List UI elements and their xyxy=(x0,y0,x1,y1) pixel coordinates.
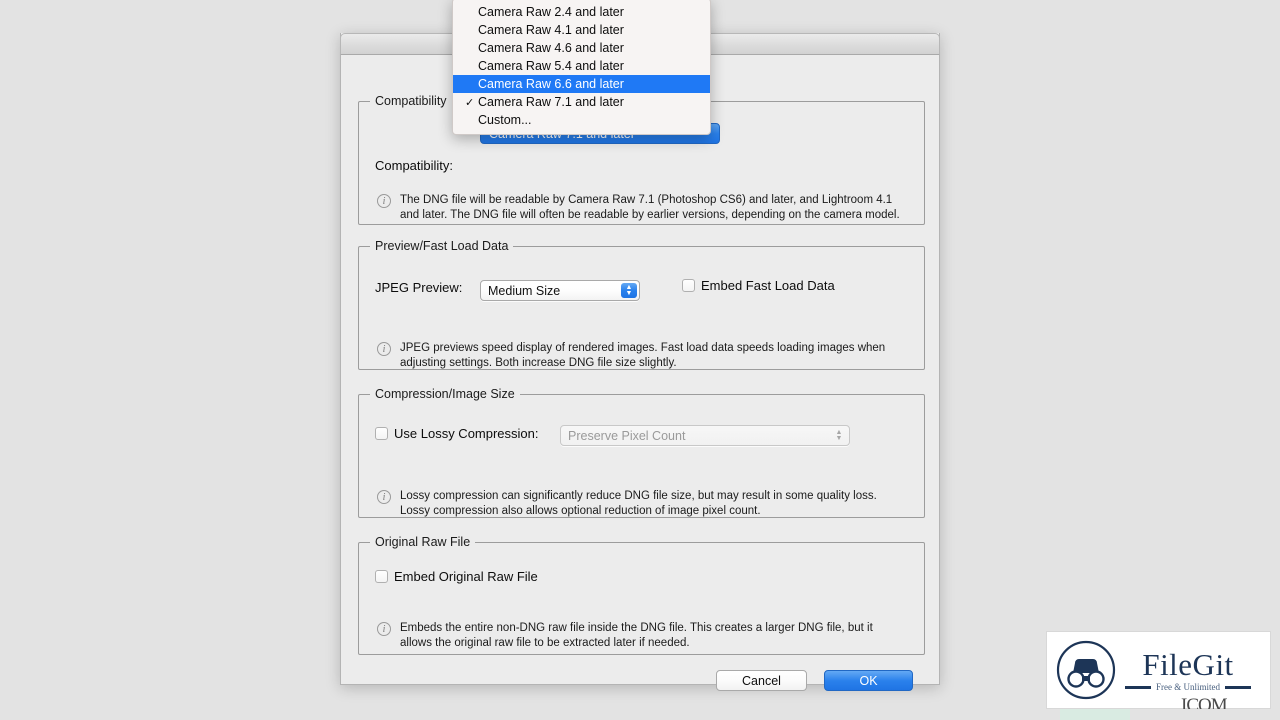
compression-note: i Lossy compression can significantly re… xyxy=(377,489,907,518)
ok-button[interactable]: OK xyxy=(824,670,913,691)
use-lossy-compression-checkbox[interactable]: Use Lossy Compression: xyxy=(375,426,539,441)
filegit-brand: FileGit Free & Unlimited xyxy=(1125,649,1251,692)
menu-item[interactable]: Camera Raw 5.4 and later xyxy=(453,57,710,75)
use-lossy-compression-label: Use Lossy Compression: xyxy=(394,426,539,441)
checkbox-box xyxy=(682,279,695,292)
info-icon: i xyxy=(377,622,391,636)
menu-item[interactable]: Camera Raw 6.6 and later xyxy=(453,75,710,93)
cancel-button-label: Cancel xyxy=(742,673,781,688)
menu-item-label: Camera Raw 6.6 and later xyxy=(478,77,624,91)
checkbox-box xyxy=(375,427,388,440)
menu-item[interactable]: Camera Raw 4.1 and later xyxy=(453,21,710,39)
menu-item-label: Camera Raw 5.4 and later xyxy=(478,59,624,73)
binoculars-icon xyxy=(1056,640,1116,700)
compatibility-note-text: The DNG file will be readable by Camera … xyxy=(400,194,900,221)
compatibility-group-title: Compatibility xyxy=(370,94,452,108)
menu-item-label: Custom... xyxy=(478,113,532,127)
menu-item-label: Camera Raw 4.6 and later xyxy=(478,41,624,55)
info-icon: i xyxy=(377,194,391,208)
ok-button-label: OK xyxy=(859,673,878,688)
check-icon: ✓ xyxy=(465,96,475,109)
preview-note: i JPEG previews speed display of rendere… xyxy=(377,341,897,370)
checkbox-box xyxy=(375,570,388,583)
pixel-count-popup-button[interactable]: Preserve Pixel Count ▲ ▼ xyxy=(560,425,850,446)
filegit-tagline: Free & Unlimited xyxy=(1156,681,1220,692)
menu-item-label: Camera Raw 4.1 and later xyxy=(478,23,624,37)
preview-group-title: Preview/Fast Load Data xyxy=(370,239,514,253)
embed-original-raw-file-checkbox[interactable]: Embed Original Raw File xyxy=(375,569,538,584)
menu-item[interactable]: Camera Raw 2.4 and later xyxy=(453,3,710,21)
embed-original-raw-file-label: Embed Original Raw File xyxy=(394,569,538,584)
menu-item-label: Camera Raw 2.4 and later xyxy=(478,5,624,19)
info-icon: i xyxy=(377,342,391,356)
compatibility-dropdown-menu[interactable]: Camera Raw 2.4 and later Camera Raw 4.1 a… xyxy=(452,0,711,135)
jpeg-preview-label: JPEG Preview: xyxy=(375,280,463,295)
cancel-button[interactable]: Cancel xyxy=(716,670,807,691)
jpeg-preview-popup-button[interactable]: Medium Size ▲ ▼ xyxy=(480,280,640,301)
compatibility-row: Compatibility: xyxy=(375,158,453,173)
jpeg-preview-row: JPEG Preview: xyxy=(375,280,462,295)
embed-fast-load-data-label: Embed Fast Load Data xyxy=(701,278,835,293)
watermark-ghost-text: ICOM xyxy=(1181,695,1227,709)
menu-item-label: Camera Raw 7.1 and later xyxy=(478,95,624,109)
rule-left xyxy=(1125,685,1151,689)
jpeg-preview-value: Medium Size xyxy=(488,283,561,298)
compatibility-note: i The DNG file will be readable by Camer… xyxy=(377,193,907,222)
info-icon: i xyxy=(377,490,391,504)
filegit-watermark: FileGit Free & Unlimited xyxy=(1046,631,1271,709)
compression-note-text: Lossy compression can significantly redu… xyxy=(400,490,877,517)
embed-fast-load-data-checkbox[interactable]: Embed Fast Load Data xyxy=(682,278,835,293)
compatibility-label: Compatibility: xyxy=(375,158,454,173)
pixel-count-value: Preserve Pixel Count xyxy=(568,428,686,443)
menu-item[interactable]: ✓ Camera Raw 7.1 and later xyxy=(453,93,710,111)
filegit-name: FileGit xyxy=(1142,646,1234,682)
menu-item[interactable]: Camera Raw 4.6 and later xyxy=(453,39,710,57)
rule-right xyxy=(1225,685,1251,689)
filegit-tagline-row: Free & Unlimited xyxy=(1125,681,1251,692)
original-raw-note: i Embeds the entire non-DNG raw file ins… xyxy=(377,621,907,650)
original-raw-group-title: Original Raw File xyxy=(370,535,476,549)
chevron-updown-icon: ▲ ▼ xyxy=(835,428,843,442)
menu-item[interactable]: Custom... xyxy=(453,111,710,129)
compression-group-title: Compression/Image Size xyxy=(370,387,520,401)
original-raw-note-text: Embeds the entire non-DNG raw file insid… xyxy=(400,622,873,649)
chevron-updown-icon: ▲ ▼ xyxy=(621,283,637,298)
dialog-content: Compatibility Compatibility: Camera Raw … xyxy=(341,55,939,691)
preview-note-text: JPEG previews speed display of rendered … xyxy=(400,342,886,369)
